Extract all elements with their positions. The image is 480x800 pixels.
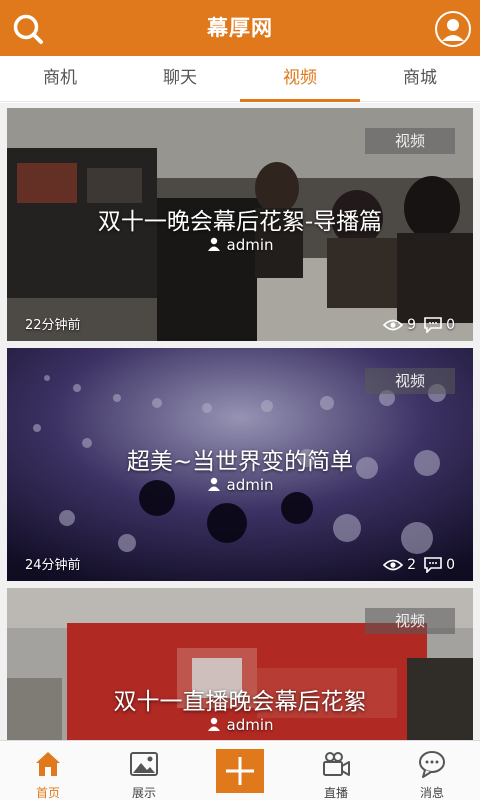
video-camera-icon [323, 752, 350, 776]
video-card[interactable]: 视频 双十一直播晚会幕后花絮 admin [7, 588, 473, 740]
nav-messages[interactable]: 消息 [384, 741, 480, 800]
author-name: admin [226, 476, 274, 494]
plus-icon [226, 757, 254, 785]
video-tag: 视频 [365, 608, 455, 634]
image-icon [130, 752, 158, 776]
home-icon [36, 752, 60, 776]
eye-icon [383, 559, 404, 571]
video-title[interactable]: 双十一直播晚会幕后花絮 [7, 682, 473, 716]
video-tag: 视频 [365, 128, 455, 154]
author-line: admin [7, 476, 473, 494]
tab-business[interactable]: 商机 [0, 56, 120, 102]
author-line: admin [7, 236, 473, 254]
user-profile-button[interactable] [434, 10, 472, 48]
app-header: 幕厚网 [0, 0, 480, 56]
user-avatar-icon [435, 11, 471, 47]
nav-label: 直播 [323, 786, 348, 800]
tab-mall[interactable]: 商城 [360, 56, 480, 102]
category-tabs: 商机 聊天 视频 商城 [0, 56, 480, 102]
comment-icon [424, 557, 442, 573]
tab-chat[interactable]: 聊天 [120, 56, 240, 102]
video-title[interactable]: 超美~当世界变的简单 [7, 442, 473, 476]
comment-icon [424, 317, 442, 333]
nav-label: 展示 [131, 786, 156, 800]
nav-showcase[interactable]: 展示 [96, 741, 192, 800]
app-title: 幕厚网 [207, 16, 273, 40]
comment-count: 0 [446, 557, 455, 573]
person-icon [207, 237, 220, 251]
video-stats: 9 0 [383, 315, 455, 335]
view-count: 2 [407, 557, 417, 573]
nav-home[interactable]: 首页 [0, 741, 96, 800]
view-count: 9 [407, 317, 417, 333]
bottom-navigation: 首页 展示 直播 消息 [0, 740, 480, 800]
tab-video[interactable]: 视频 [240, 56, 360, 102]
video-title[interactable]: 双十一晚会幕后花絮-导播篇 [7, 202, 473, 236]
video-tag: 视频 [365, 368, 455, 394]
post-time: 24分钟前 [25, 558, 81, 573]
video-stats: 2 0 [383, 555, 455, 575]
video-card[interactable]: 视频 双十一晚会幕后花絮-导播篇 admin 22分钟前 9 0 [7, 108, 473, 341]
author-line: admin [7, 716, 473, 734]
add-post-button[interactable] [216, 749, 264, 793]
author-name: admin [226, 716, 274, 734]
video-card[interactable]: 视频 超美~当世界变的简单 admin 24分钟前 2 0 [7, 348, 473, 581]
post-time: 22分钟前 [25, 318, 81, 333]
author-name: admin [226, 236, 274, 254]
nav-label: 消息 [419, 786, 444, 800]
eye-icon [383, 319, 404, 331]
video-feed[interactable]: 视频 双十一晚会幕后花絮-导播篇 admin 22分钟前 9 0 视频 超美~当… [0, 103, 480, 740]
nav-live[interactable]: 直播 [288, 741, 384, 800]
nav-label: 首页 [35, 786, 60, 800]
chat-bubble-icon [419, 751, 445, 778]
comment-count: 0 [446, 317, 455, 333]
person-icon [207, 477, 220, 491]
person-icon [207, 717, 220, 731]
